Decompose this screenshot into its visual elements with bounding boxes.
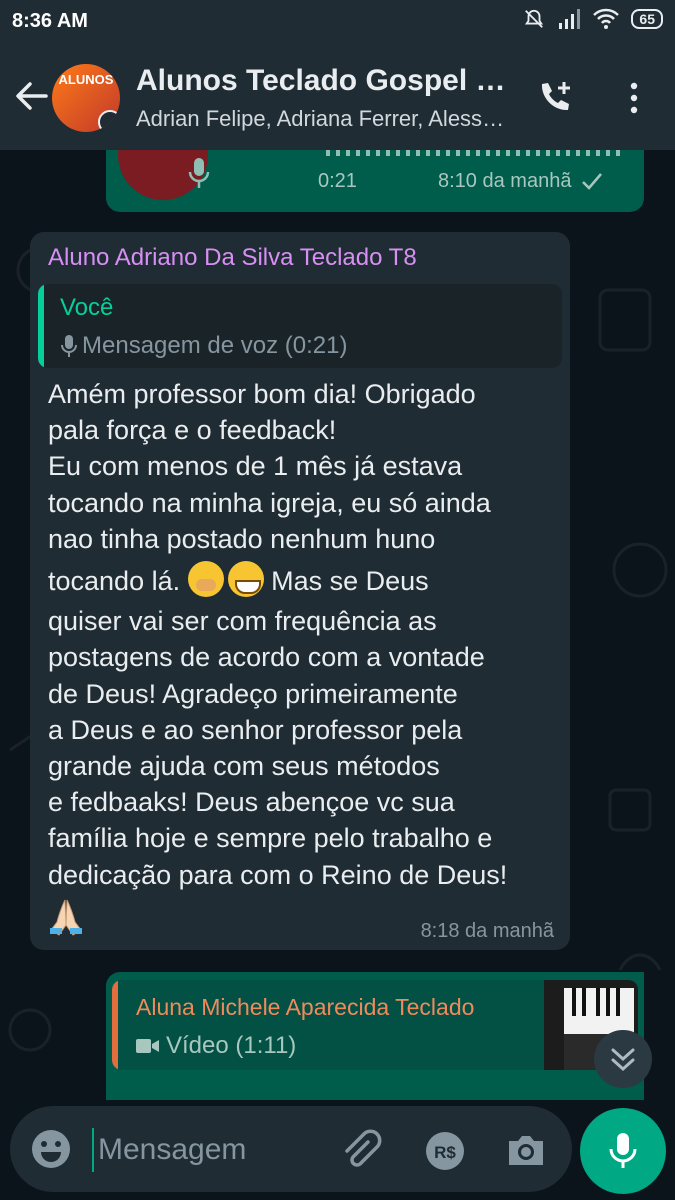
face-with-hand-over-mouth-emoji bbox=[187, 561, 224, 598]
message-time: 8:10 da manhã bbox=[438, 170, 572, 192]
mute-notification-icon bbox=[523, 8, 545, 30]
quoted-message[interactable]: Você Mensagem de voz (0:21) bbox=[38, 284, 562, 368]
chat-title[interactable]: Alunos Teclado Gospel Sergio Henrique bbox=[136, 64, 516, 98]
scroll-to-bottom-button[interactable] bbox=[594, 1030, 652, 1088]
emoji-icon[interactable] bbox=[30, 1128, 72, 1170]
payment-icon[interactable]: R$ bbox=[424, 1130, 466, 1172]
outgoing-message[interactable]: Aluna Michele Aparecida Teclado Vídeo (1… bbox=[106, 972, 644, 1100]
battery-indicator: 65 bbox=[631, 9, 663, 29]
message-line: de Deus! Agradeço primeiramente bbox=[48, 678, 458, 709]
message-line: a Deus e ao senhor professor pela bbox=[48, 714, 463, 745]
attach-paperclip-icon[interactable] bbox=[338, 1128, 382, 1172]
quote-text: Mensagem de voz (0:21) bbox=[82, 332, 348, 359]
message-text: Amém professor bom dia! Obrigado pala fo… bbox=[48, 376, 560, 893]
disappearing-timer-icon bbox=[98, 110, 120, 132]
group-avatar[interactable]: ALUNOS bbox=[52, 64, 120, 132]
message-line: Eu com menos de 1 mês já estava bbox=[48, 451, 463, 482]
message-line: postagens de acordo com a vontade bbox=[48, 642, 485, 673]
video-camera-icon bbox=[136, 1039, 159, 1053]
message-line: dedicação para com o Reino de Deus! bbox=[48, 859, 508, 890]
message-line: e fedbaaks! Deus abençoe vc sua bbox=[48, 787, 455, 818]
message-input[interactable] bbox=[92, 1128, 340, 1172]
folded-hands-emoji bbox=[50, 899, 82, 936]
payment-label: R$ bbox=[434, 1143, 456, 1162]
grinning-face-emoji bbox=[227, 561, 264, 598]
double-chevron-down-icon bbox=[611, 1048, 635, 1072]
quoted-video-message[interactable]: Aluna Michele Aparecida Teclado Vídeo (1… bbox=[112, 980, 638, 1070]
outgoing-voice-message[interactable]: 0:21 8:10 da manhã bbox=[106, 150, 644, 212]
quote-accent-bar bbox=[38, 284, 44, 368]
message-composer: R$ bbox=[0, 1100, 675, 1200]
quote-text: Vídeo (1:11) bbox=[166, 1032, 297, 1059]
status-icons: 65 bbox=[523, 8, 663, 30]
message-line: pala força e o feedback! bbox=[48, 415, 337, 446]
message-line: Amém professor bom dia! Obrigado bbox=[48, 379, 476, 409]
avatar-logo-text: ALUNOS bbox=[58, 72, 114, 87]
message-line: família hoje e sempre pelo trabalho e bbox=[48, 823, 493, 854]
voice-record-button[interactable] bbox=[580, 1108, 666, 1194]
chat-messages[interactable]: 0:21 8:10 da manhã Aluno Adriano Da Silv… bbox=[0, 150, 675, 1100]
message-line: quiser vai ser com frequência as bbox=[48, 606, 437, 637]
wifi-icon bbox=[593, 8, 620, 30]
composer-box: R$ bbox=[10, 1106, 572, 1192]
quote-author: Você bbox=[60, 294, 114, 321]
quote-accent-bar bbox=[112, 980, 118, 1070]
status-bar: 8:36 AM 65 bbox=[0, 0, 675, 44]
mic-icon bbox=[61, 335, 77, 357]
chat-header: ALUNOS Alunos Teclado Gospel Sergio Henr… bbox=[0, 44, 675, 150]
signal-icon bbox=[557, 8, 581, 30]
message-line-with-emoji: tocando lá. Mas se Deus bbox=[48, 561, 560, 599]
mic-icon bbox=[188, 158, 210, 190]
mic-icon bbox=[609, 1133, 637, 1168]
message-line: Mas se Deus bbox=[263, 566, 429, 597]
message-line: tocando na minha igreja, eu só ainda bbox=[48, 487, 491, 518]
message-line: nao tinha postado nenhum huno bbox=[48, 523, 436, 554]
sent-check-icon bbox=[582, 173, 602, 190]
add-call-icon[interactable] bbox=[534, 78, 574, 118]
voice-duration: 0:21 bbox=[318, 170, 357, 192]
message-timestamp: 8:10 da manhã bbox=[438, 170, 603, 193]
back-arrow-icon[interactable] bbox=[14, 78, 50, 114]
sender-name[interactable]: Aluno Adriano Da Silva Teclado T8 bbox=[48, 244, 417, 272]
message-line: grande ajuda com seus métodos bbox=[48, 751, 440, 782]
more-options-icon[interactable] bbox=[624, 78, 644, 118]
message-time: 8:18 da manhã bbox=[420, 920, 554, 942]
quote-author: Aluna Michele Aparecida Teclado bbox=[136, 994, 475, 1020]
chat-participants[interactable]: Adrian Felipe, Adriana Ferrer, Alessandr… bbox=[136, 106, 506, 132]
message-line: tocando lá. bbox=[48, 566, 181, 597]
quote-preview: Vídeo (1:11) bbox=[136, 1032, 296, 1060]
status-time: 8:36 AM bbox=[12, 10, 88, 32]
incoming-message[interactable]: Aluno Adriano Da Silva Teclado T8 Você M… bbox=[30, 232, 570, 950]
voice-waveform bbox=[326, 150, 620, 156]
camera-icon[interactable] bbox=[504, 1128, 548, 1172]
quote-preview: Mensagem de voz (0:21) bbox=[60, 332, 347, 360]
